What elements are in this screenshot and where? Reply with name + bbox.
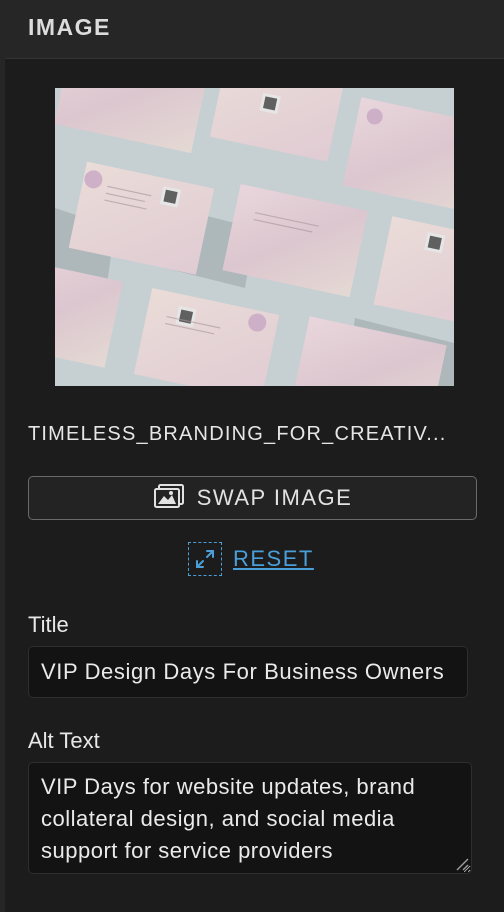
image-thumbnail[interactable] (55, 88, 454, 386)
alt-text-label: Alt Text (28, 728, 100, 753)
panel-left-edge (0, 58, 5, 912)
swap-image-label: SWAP IMAGE (196, 485, 353, 510)
panel-header: IMAGE (0, 0, 504, 59)
reset-link[interactable]: RESET (233, 546, 314, 572)
image-filename: TIMELESS_BRANDING_FOR_CREATIV... (28, 423, 447, 445)
expand-arrows-icon[interactable] (188, 542, 222, 576)
swap-image-button[interactable]: SWAP IMAGE (28, 476, 477, 520)
image-icon (153, 483, 185, 514)
title-input[interactable] (28, 646, 468, 698)
title-label: Title (28, 612, 69, 637)
alt-text-textarea[interactable]: VIP Days for website updates, brand coll… (28, 762, 472, 874)
reset-row: RESET (188, 541, 314, 577)
panel-title: IMAGE (28, 14, 111, 40)
thumbnail-mockup-illustration (55, 88, 454, 386)
resize-handle-icon[interactable] (455, 857, 469, 871)
image-settings-panel: IMAGE TIMELESS_BRANDING_FOR_CREATIV... S… (0, 0, 504, 912)
